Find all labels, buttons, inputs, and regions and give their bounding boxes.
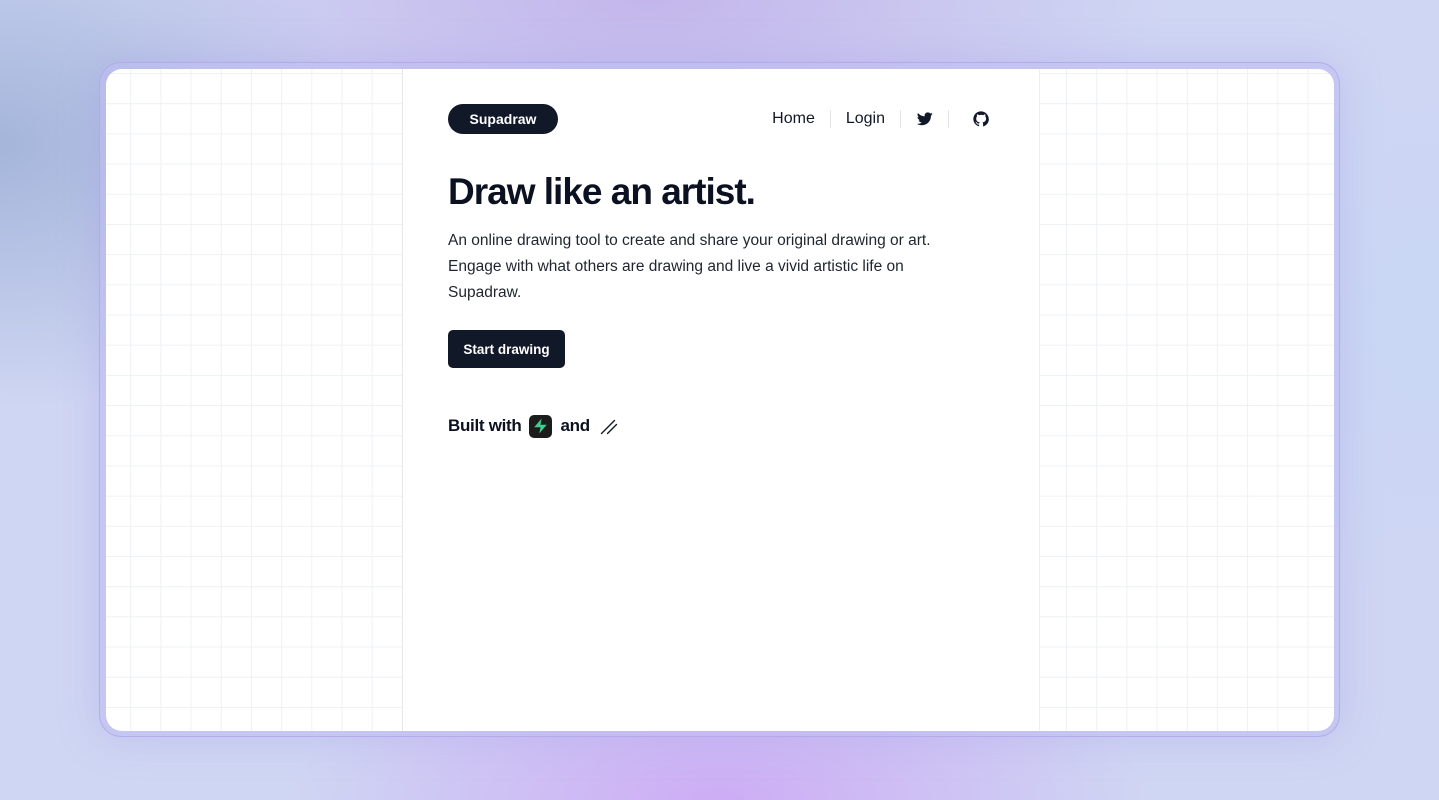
excalidraw-logo-icon[interactable]	[599, 416, 619, 436]
supabase-bolt-icon	[534, 418, 548, 434]
main-column: Supadraw Home Login Draw like an artist.…	[402, 69, 1040, 731]
hero-description: An online drawing tool to create and sha…	[448, 232, 931, 301]
built-with-label: Built with	[448, 416, 522, 435]
hero-headline: Draw like an artist.	[448, 171, 756, 212]
start-drawing-button[interactable]: Start drawing	[448, 330, 565, 368]
twitter-link[interactable]	[901, 107, 948, 131]
twitter-icon	[916, 112, 933, 126]
app-window: Supadraw Home Login Draw like an artist.…	[106, 69, 1334, 731]
github-link[interactable]	[949, 107, 989, 131]
built-with-row: Built with and	[448, 414, 619, 438]
double-slash-icon	[600, 419, 618, 435]
brand-pill-button[interactable]: Supadraw	[448, 104, 558, 134]
top-nav: Supadraw Home Login	[448, 104, 989, 134]
nav-links: Home Login	[757, 104, 989, 134]
nav-link-login[interactable]: Login	[831, 109, 900, 129]
github-icon	[973, 111, 989, 127]
and-label: and	[560, 416, 590, 435]
nav-link-home[interactable]: Home	[757, 109, 830, 129]
supabase-logo-icon[interactable]	[529, 414, 553, 438]
